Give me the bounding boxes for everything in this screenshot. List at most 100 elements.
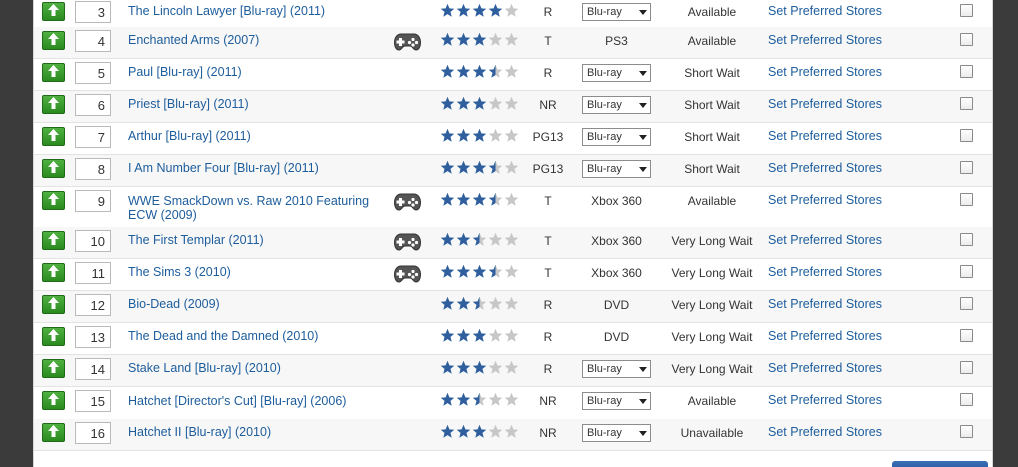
- move-to-top-button[interactable]: [42, 359, 65, 378]
- set-preferred-stores-link[interactable]: Set Preferred Stores: [768, 193, 882, 207]
- move-to-top-button[interactable]: [42, 63, 65, 82]
- star-icon: [504, 424, 519, 438]
- set-preferred-stores-link[interactable]: Set Preferred Stores: [768, 265, 882, 279]
- set-preferred-stores-link[interactable]: Set Preferred Stores: [768, 233, 882, 247]
- remove-checkbox[interactable]: [960, 193, 973, 206]
- remove-checkbox[interactable]: [960, 233, 973, 246]
- star-rating[interactable]: [440, 3, 520, 19]
- format-select[interactable]: Blu-ray: [582, 128, 651, 146]
- queue-position-input[interactable]: [75, 390, 111, 412]
- move-to-top-button[interactable]: [42, 127, 65, 146]
- queue-position-input[interactable]: [75, 30, 111, 52]
- format-select[interactable]: Blu-ray: [582, 64, 651, 82]
- format-select[interactable]: Blu-ray: [582, 3, 651, 21]
- set-preferred-stores-link[interactable]: Set Preferred Stores: [768, 97, 882, 111]
- queue-position-input[interactable]: [75, 158, 111, 180]
- star-icon: [504, 128, 519, 142]
- move-to-top-button[interactable]: [42, 95, 65, 114]
- format-select[interactable]: Blu-ray: [582, 160, 651, 178]
- move-to-top-button[interactable]: [42, 327, 65, 346]
- star-rating[interactable]: [440, 328, 520, 344]
- star-rating[interactable]: [440, 392, 520, 408]
- update-queue-button[interactable]: [892, 461, 988, 467]
- queue-position-input[interactable]: [75, 294, 111, 316]
- movie-title-link[interactable]: Hatchet II [Blu-ray] (2010): [128, 425, 388, 439]
- movie-title-link[interactable]: Paul [Blu-ray] (2011): [128, 65, 388, 79]
- format-select-value: Blu-ray: [587, 67, 622, 79]
- queue-position-input[interactable]: [75, 1, 111, 23]
- remove-checkbox[interactable]: [960, 65, 973, 78]
- movie-title-link[interactable]: Arthur [Blu-ray] (2011): [128, 129, 388, 143]
- format-select[interactable]: Blu-ray: [582, 360, 651, 378]
- remove-checkbox[interactable]: [960, 265, 973, 278]
- queue-position-input[interactable]: [75, 94, 111, 116]
- queue-position-input[interactable]: [75, 326, 111, 348]
- remove-checkbox[interactable]: [960, 297, 973, 310]
- star-icon: [440, 160, 455, 174]
- set-preferred-stores-link[interactable]: Set Preferred Stores: [768, 33, 882, 47]
- move-to-top-button[interactable]: [42, 2, 65, 21]
- star-rating[interactable]: [440, 64, 520, 80]
- queue-position-input[interactable]: [75, 126, 111, 148]
- remove-checkbox[interactable]: [960, 4, 973, 17]
- star-rating[interactable]: [440, 32, 520, 48]
- remove-checkbox[interactable]: [960, 329, 973, 342]
- remove-checkbox[interactable]: [960, 425, 973, 438]
- format-select-value: Blu-ray: [587, 99, 622, 111]
- format-select[interactable]: Blu-ray: [582, 424, 651, 442]
- move-to-top-button[interactable]: [42, 423, 65, 442]
- set-preferred-stores-link[interactable]: Set Preferred Stores: [768, 129, 882, 143]
- set-preferred-stores-link[interactable]: Set Preferred Stores: [768, 329, 882, 343]
- movie-title-link[interactable]: Bio-Dead (2009): [128, 297, 388, 311]
- queue-position-input[interactable]: [75, 358, 111, 380]
- movie-title-link[interactable]: The Dead and the Damned (2010): [128, 329, 388, 343]
- movie-title-link[interactable]: Stake Land [Blu-ray] (2010): [128, 361, 388, 375]
- remove-checkbox[interactable]: [960, 393, 973, 406]
- move-to-top-button[interactable]: [42, 191, 65, 210]
- move-to-top-button[interactable]: [42, 391, 65, 410]
- set-preferred-stores-link[interactable]: Set Preferred Stores: [768, 65, 882, 79]
- star-rating[interactable]: [440, 360, 520, 376]
- star-icon: [440, 192, 455, 206]
- star-rating[interactable]: [440, 264, 520, 280]
- remove-checkbox[interactable]: [960, 361, 973, 374]
- star-rating[interactable]: [440, 296, 520, 312]
- movie-title-link[interactable]: The Lincoln Lawyer [Blu-ray] (2011): [128, 4, 388, 18]
- queue-position-input[interactable]: [75, 62, 111, 84]
- set-preferred-stores-link[interactable]: Set Preferred Stores: [768, 4, 882, 18]
- remove-checkbox[interactable]: [960, 33, 973, 46]
- star-rating[interactable]: [440, 232, 520, 248]
- set-preferred-stores-link[interactable]: Set Preferred Stores: [768, 425, 882, 439]
- set-preferred-stores-link[interactable]: Set Preferred Stores: [768, 161, 882, 175]
- movie-title-link[interactable]: The First Templar (2011): [128, 233, 388, 247]
- star-rating[interactable]: [440, 160, 520, 176]
- queue-position-input[interactable]: [75, 422, 111, 444]
- set-preferred-stores-link[interactable]: Set Preferred Stores: [768, 297, 882, 311]
- move-to-top-button[interactable]: [42, 231, 65, 250]
- movie-title-link[interactable]: WWE SmackDown vs. Raw 2010 Featuring ECW…: [128, 194, 388, 222]
- remove-checkbox[interactable]: [960, 161, 973, 174]
- star-rating[interactable]: [440, 192, 520, 208]
- move-to-top-button[interactable]: [42, 159, 65, 178]
- star-rating[interactable]: [440, 424, 520, 440]
- remove-checkbox[interactable]: [960, 97, 973, 110]
- format-select[interactable]: Blu-ray: [582, 96, 651, 114]
- movie-title-link[interactable]: I Am Number Four [Blu-ray] (2011): [128, 161, 388, 175]
- queue-position-input[interactable]: [75, 190, 111, 212]
- star-rating[interactable]: [440, 128, 520, 144]
- move-to-top-button[interactable]: [42, 263, 65, 282]
- queue-position-input[interactable]: [75, 262, 111, 284]
- set-preferred-stores-link[interactable]: Set Preferred Stores: [768, 393, 882, 407]
- movie-title-link[interactable]: Priest [Blu-ray] (2011): [128, 97, 388, 111]
- format-select[interactable]: Blu-ray: [582, 392, 651, 410]
- movie-title-link[interactable]: The Sims 3 (2010): [128, 265, 388, 279]
- move-to-top-button[interactable]: [42, 31, 65, 50]
- queue-position-input[interactable]: [75, 230, 111, 252]
- set-preferred-stores-link[interactable]: Set Preferred Stores: [768, 361, 882, 375]
- movie-title-link[interactable]: Enchanted Arms (2007): [128, 33, 388, 47]
- star-rating[interactable]: [440, 96, 520, 112]
- mpaa-rating: T: [544, 234, 552, 248]
- move-to-top-button[interactable]: [42, 295, 65, 314]
- remove-checkbox[interactable]: [960, 129, 973, 142]
- movie-title-link[interactable]: Hatchet [Director's Cut] [Blu-ray] (2006…: [128, 394, 388, 408]
